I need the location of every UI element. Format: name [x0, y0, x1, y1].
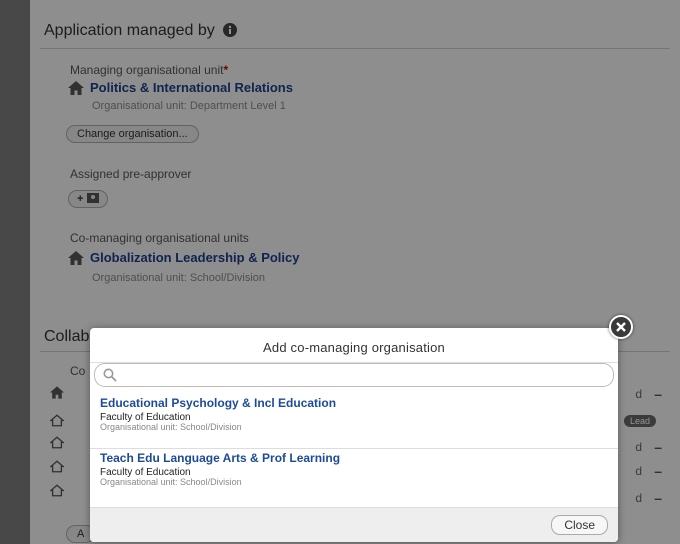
modal-footer: Close [90, 507, 618, 542]
modal-title: Add co-managing organisation [263, 340, 445, 355]
close-button[interactable]: Close [551, 515, 608, 535]
result-unit: Organisational unit: School/Division [100, 477, 242, 487]
search-result-item[interactable]: Educational Psychology & Incl Education … [90, 390, 618, 440]
add-comanaging-modal: Add co-managing organisation Educational… [90, 328, 618, 542]
search-input[interactable] [121, 366, 605, 384]
search-icon [103, 368, 117, 382]
close-modal-icon[interactable] [609, 315, 633, 339]
search-box[interactable] [94, 363, 614, 387]
result-name[interactable]: Educational Psychology & Incl Education [100, 396, 336, 410]
search-result-item[interactable]: Teach Edu Language Arts & Prof Learning … [90, 445, 618, 495]
result-unit: Organisational unit: School/Division [100, 422, 242, 432]
x-icon [616, 322, 626, 332]
result-name[interactable]: Teach Edu Language Arts & Prof Learning [100, 451, 340, 465]
